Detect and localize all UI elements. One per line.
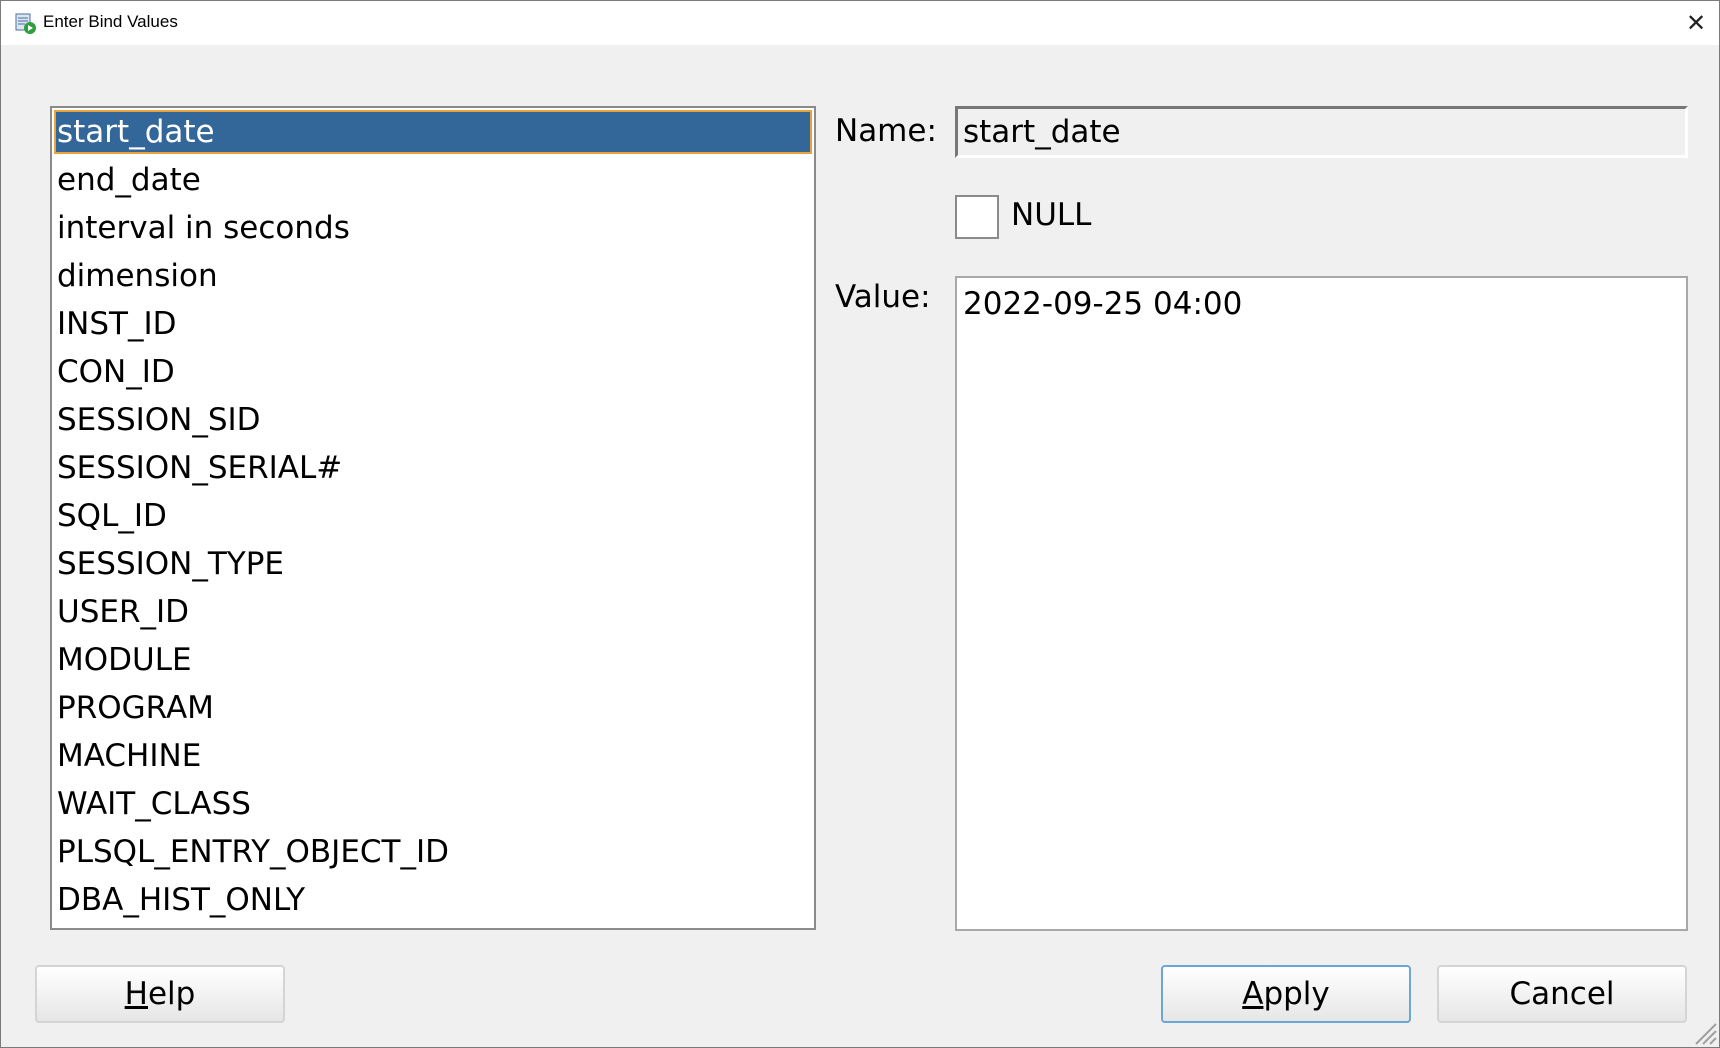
help-label-rest: elp [147, 976, 196, 1012]
list-item-module[interactable]: MODULE [54, 638, 812, 682]
list-item-session-type[interactable]: SESSION_TYPE [54, 542, 812, 586]
window-title: Enter Bind Values [43, 12, 178, 31]
help-mnemonic: H [124, 976, 148, 1012]
bind-variable-list[interactable]: start_date end_date interval in seconds … [50, 106, 816, 930]
list-item-session-serial[interactable]: SESSION_SERIAL# [54, 446, 812, 490]
name-field: start_date [955, 106, 1688, 158]
apply-label-rest: pply [1263, 976, 1330, 1012]
list-item-sql-id[interactable]: SQL_ID [54, 494, 812, 538]
title-bar[interactable]: Enter Bind Values ✕ [1, 1, 1719, 45]
list-item-con-id[interactable]: CON_ID [54, 350, 812, 394]
value-textarea[interactable]: 2022-09-25 04:00 [955, 276, 1688, 931]
list-item-dimension[interactable]: dimension [54, 254, 812, 298]
sql-worksheet-run-icon [15, 13, 36, 34]
list-item-start-date[interactable]: start_date [54, 110, 812, 154]
list-item-interval[interactable]: interval in seconds [54, 206, 812, 250]
list-item-program[interactable]: PROGRAM [54, 686, 812, 730]
apply-mnemonic: A [1242, 976, 1264, 1012]
help-button[interactable]: Help [35, 965, 285, 1023]
close-button[interactable]: ✕ [1673, 1, 1719, 45]
list-item-end-date[interactable]: end_date [54, 158, 812, 202]
list-item-machine[interactable]: MACHINE [54, 734, 812, 778]
list-item-plsql-entry-object-id[interactable]: PLSQL_ENTRY_OBJECT_ID [54, 830, 812, 874]
bind-values-dialog: Enter Bind Values ✕ start_date end_date … [0, 0, 1720, 1048]
name-label: Name: [835, 113, 937, 149]
cancel-label: Cancel [1509, 976, 1615, 1012]
cancel-button[interactable]: Cancel [1437, 965, 1687, 1023]
null-label[interactable]: NULL [1011, 197, 1091, 233]
list-item-session-sid[interactable]: SESSION_SID [54, 398, 812, 442]
apply-button[interactable]: Apply [1161, 965, 1411, 1023]
resize-grip-icon[interactable] [1691, 1019, 1717, 1045]
close-icon: ✕ [1685, 9, 1707, 37]
list-item-wait-class[interactable]: WAIT_CLASS [54, 782, 812, 826]
null-checkbox[interactable] [955, 195, 999, 239]
value-label: Value: [835, 279, 931, 315]
list-item-user-id[interactable]: USER_ID [54, 590, 812, 634]
list-item-inst-id[interactable]: INST_ID [54, 302, 812, 346]
list-item-dba-hist-only[interactable]: DBA_HIST_ONLY [54, 878, 812, 922]
